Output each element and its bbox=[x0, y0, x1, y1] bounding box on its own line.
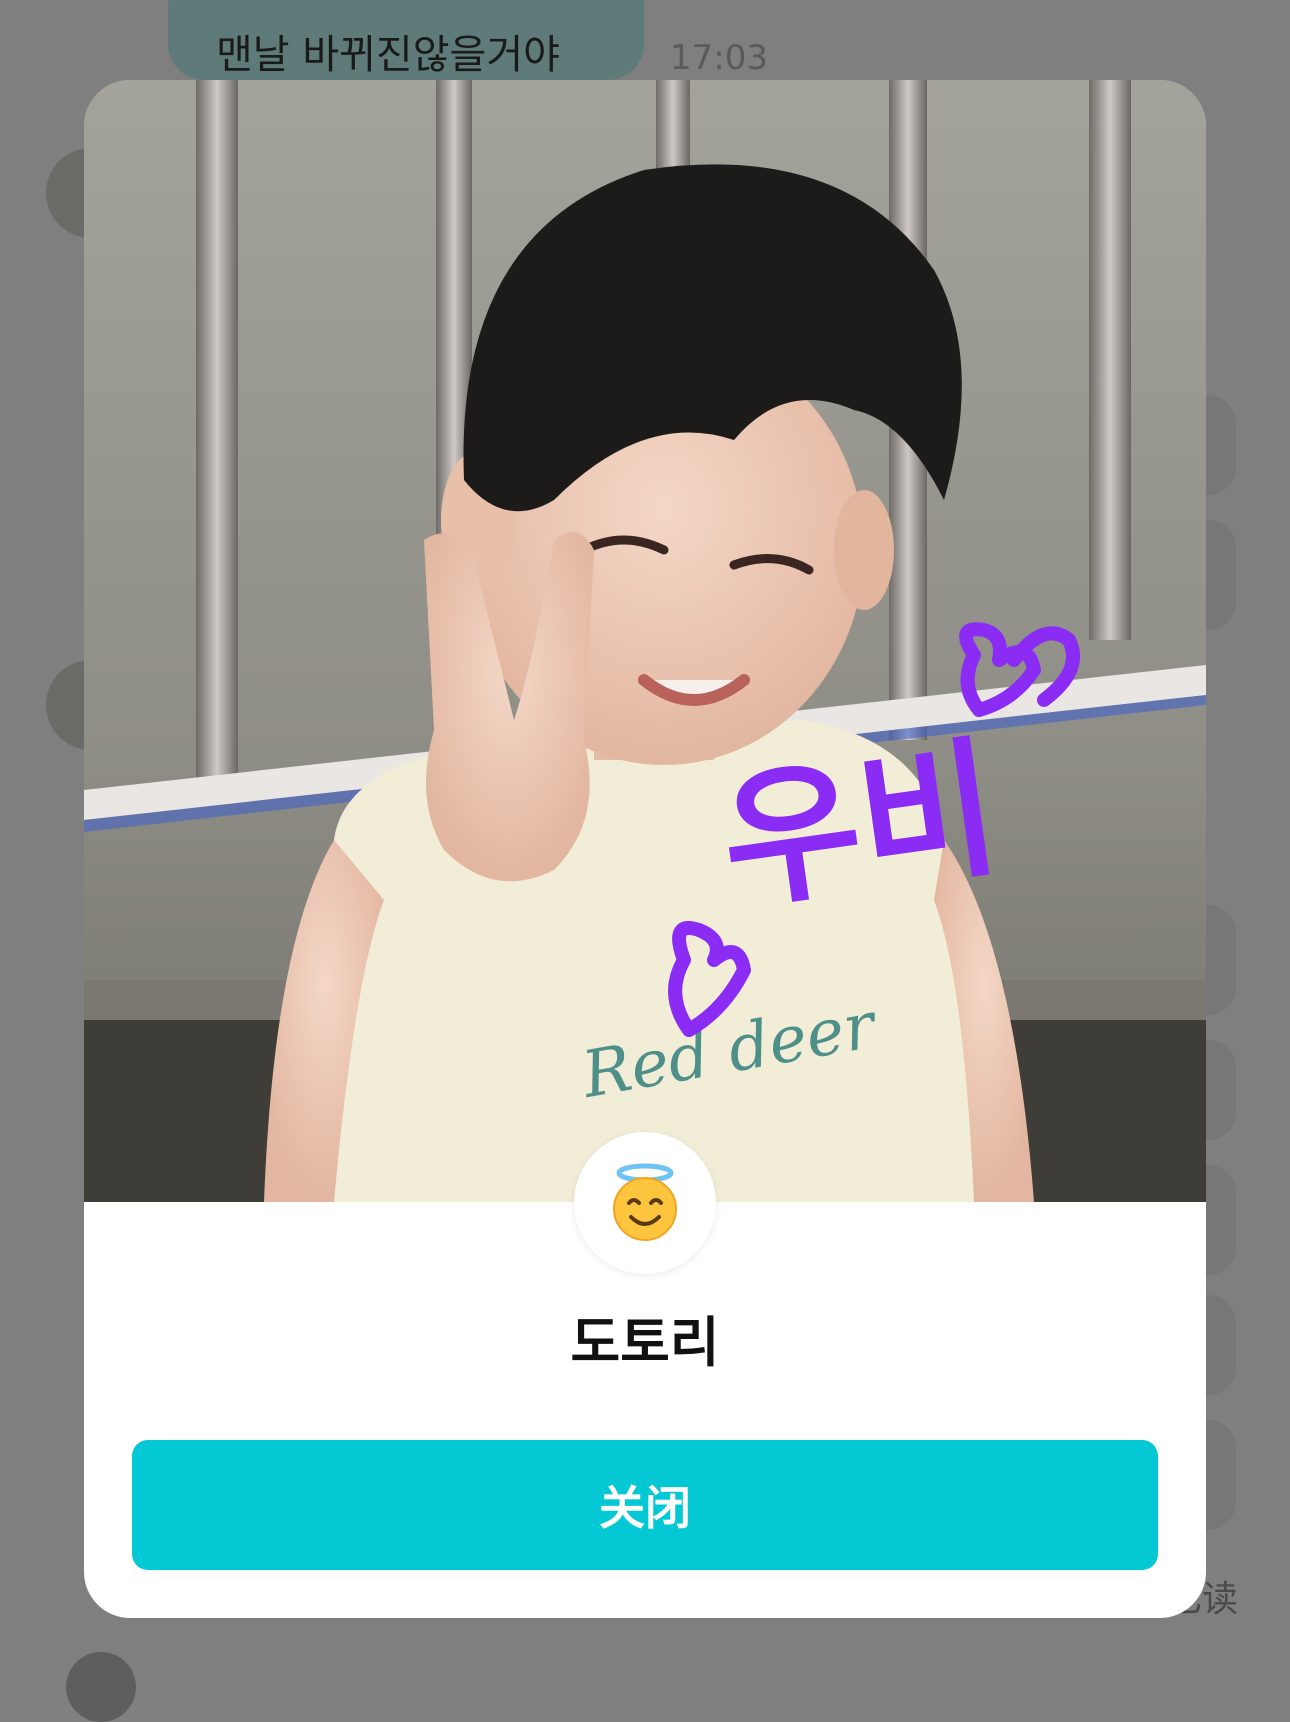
profile-photo[interactable]: Red deer 우비 bbox=[84, 80, 1206, 1202]
chat-message-text: 맨날 바뀌진않을거야 bbox=[216, 32, 560, 78]
profile-display-name: 도토리 bbox=[570, 1311, 720, 1374]
smiling-face-with-halo-icon bbox=[613, 1163, 677, 1241]
close-button-label: 关闭 bbox=[599, 1481, 691, 1535]
close-button[interactable]: 关闭 bbox=[132, 1440, 1158, 1570]
status-emoji-badge[interactable] bbox=[574, 1132, 716, 1274]
profile-card-modal: Red deer 우비 도토리 关闭 bbox=[84, 80, 1206, 1618]
chat-message-bubble[interactable]: 맨날 바뀌진않을거야 bbox=[168, 0, 644, 80]
sender-avatar[interactable] bbox=[66, 1652, 136, 1722]
chat-message-time: 17:03 bbox=[670, 38, 768, 78]
